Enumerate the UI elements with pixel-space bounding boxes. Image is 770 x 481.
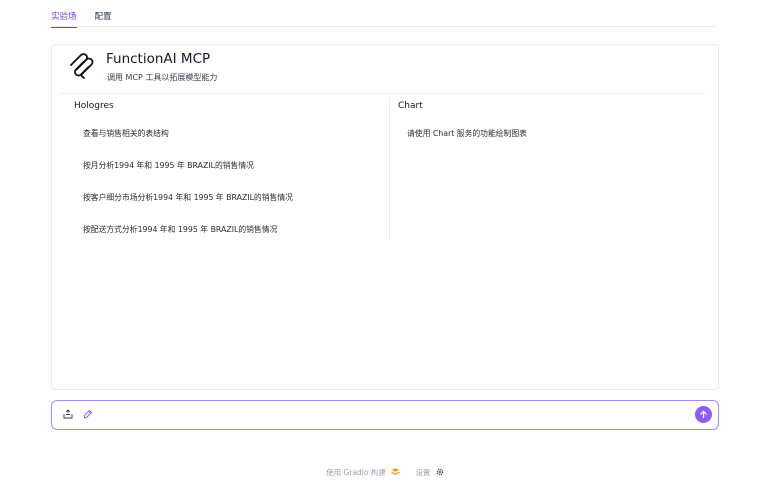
column-title-chart: Chart [398,101,423,111]
example-prompt[interactable]: 请使用 Chart 服务的功能绘制图表 [407,128,527,139]
app-subtitle: 调用 MCP 工具以拓展模型能力 [107,73,218,82]
example-prompt[interactable]: 查看与销售相关的表结构 [83,128,169,139]
mcp-logo-icon [70,53,94,79]
example-prompt[interactable]: 按客户细分市场分析1994 年和 1995 年 BRAZIL的销售情况 [83,192,293,203]
arrow-up-icon [700,410,707,419]
column-divider [389,97,390,241]
header-divider [60,93,706,94]
tab-divider [51,26,715,27]
tab-playground[interactable]: 实验场 [51,0,77,28]
example-prompt[interactable]: 按月分析1994 年和 1995 年 BRAZIL的销售情况 [83,160,254,171]
send-button[interactable] [695,406,712,423]
pen-icon[interactable] [83,409,93,419]
tab-bar: 实验场 配置 [51,0,112,28]
upload-icon[interactable] [63,409,73,419]
gear-icon[interactable] [436,468,444,478]
chat-panel: FunctionAI MCP 调用 MCP 工具以拓展模型能力 Hologres… [51,44,719,390]
footer-settings[interactable]: 设置 [415,467,430,478]
app-title: FunctionAI MCP [106,51,211,67]
column-title-hologres: Hologres [74,101,114,111]
footer-separator: · [406,468,410,477]
gradio-logo-icon [391,468,401,477]
chat-input[interactable] [51,400,719,430]
example-prompt[interactable]: 按配送方式分析1994 年和 1995 年 BRAZIL的销售情况 [83,224,277,235]
footer-built-with[interactable]: 使用 Gradio 构建 [326,467,386,478]
tab-config[interactable]: 配置 [95,0,112,27]
footer: 使用 Gradio 构建 · 设置 [0,467,770,478]
